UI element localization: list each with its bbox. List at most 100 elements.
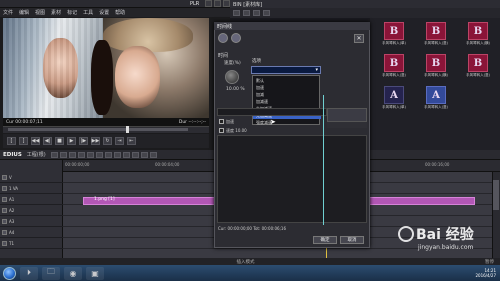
lock-icon[interactable]: [2, 240, 7, 246]
undo-icon[interactable]: [77, 151, 85, 158]
speed-value: 10.00 %: [226, 87, 245, 92]
menu-item[interactable]: 编辑: [19, 9, 29, 16]
lock-icon[interactable]: [2, 196, 7, 202]
transition-thumb: B: [426, 54, 446, 72]
start-button[interactable]: [3, 266, 16, 280]
menu-item[interactable]: 视图: [35, 9, 45, 16]
browser-icon[interactable]: ◉: [64, 266, 82, 280]
play-icon[interactable]: ▶: [67, 137, 76, 145]
transition-thumb: B: [426, 22, 446, 40]
dialog-track-bar[interactable]: [217, 108, 327, 116]
track-header[interactable]: A2: [0, 205, 63, 216]
paste-icon[interactable]: [113, 151, 121, 158]
media-icon[interactable]: ⏵: [20, 266, 38, 280]
ruler-tick: 00:00:16;00: [425, 162, 450, 167]
dropdown-option[interactable]: 默认: [253, 78, 321, 84]
thumb-view-icon[interactable]: [263, 10, 270, 16]
step-back-icon[interactable]: ◀|: [43, 137, 52, 145]
menu-item[interactable]: 设置: [99, 9, 109, 16]
dropdown-option[interactable]: 加减: [253, 92, 321, 98]
dropdown-option[interactable]: 加减速: [253, 99, 321, 105]
speed-knob[interactable]: [225, 70, 239, 84]
lock-icon[interactable]: [2, 207, 7, 213]
scrub-handle[interactable]: [126, 126, 129, 133]
insert-icon[interactable]: ⇥: [115, 137, 124, 145]
player-mode-label: PLR: [190, 1, 200, 7]
copy-icon[interactable]: [104, 151, 112, 158]
cancel-button[interactable]: 取消: [340, 236, 364, 244]
lock-icon[interactable]: [2, 218, 7, 224]
maximize-button[interactable]: [214, 0, 221, 7]
delete-icon[interactable]: [122, 151, 130, 158]
rewind-icon[interactable]: ◀◀: [31, 137, 40, 145]
mode-icon-a[interactable]: [218, 33, 228, 43]
bin-item[interactable]: A 手风琴转入(竖): [416, 86, 456, 116]
dialog-mode-icons: [218, 33, 241, 43]
checkbox[interactable]: [219, 119, 224, 124]
bin-item[interactable]: B 手风琴转入(竖): [374, 54, 414, 84]
list-view-icon[interactable]: [253, 10, 260, 16]
bin-item[interactable]: B 手风琴转入(横): [458, 22, 498, 52]
loop-icon[interactable]: ↻: [103, 137, 112, 145]
mouse-pointer-icon: ➤: [270, 118, 276, 126]
snap-icon[interactable]: [131, 151, 139, 158]
ok-button[interactable]: 确定: [313, 236, 337, 244]
scrollbar-thumb[interactable]: [493, 180, 499, 210]
search-icon[interactable]: [243, 10, 250, 16]
set-out-icon[interactable]: ]: [19, 137, 28, 145]
lock-icon[interactable]: [2, 174, 7, 180]
mode-icon-b[interactable]: [231, 33, 241, 43]
bin-item[interactable]: B 手风琴转入(单): [374, 22, 414, 52]
lock-icon[interactable]: [2, 229, 7, 235]
folder-icon[interactable]: [233, 10, 240, 16]
option-label: 选项: [252, 59, 261, 64]
keyframe-graph[interactable]: [217, 135, 367, 223]
cut-icon[interactable]: [95, 151, 103, 158]
transition-thumb: B: [384, 22, 404, 40]
checkbox[interactable]: [219, 128, 224, 133]
new-sequence-icon[interactable]: [50, 151, 58, 158]
fast-forward-icon[interactable]: ▶▶: [91, 137, 100, 145]
preview-player[interactable]: [3, 18, 209, 118]
open-icon[interactable]: [59, 151, 67, 158]
bin-item[interactable]: B 手风琴转入(竖): [416, 22, 456, 52]
taskbar: ⏵ 🗀 ◉ ▣: [0, 265, 500, 281]
settings-icon[interactable]: [149, 151, 157, 158]
menu-item[interactable]: 工具: [83, 9, 93, 16]
bin-item[interactable]: B 手风琴转入(竖): [458, 54, 498, 84]
edius-icon[interactable]: ▣: [86, 266, 104, 280]
tray-date: 2016/4/27: [475, 273, 496, 278]
track-header[interactable]: A3: [0, 216, 63, 227]
dropdown-option[interactable]: 加速: [253, 85, 321, 91]
menu-item[interactable]: 文件: [3, 9, 13, 16]
system-tray[interactable]: 14:21 2016/4/27: [436, 266, 496, 280]
dialog-timecode: Cur: 00:00:00;00 Tot: 00:00:06;16: [218, 226, 286, 231]
watermark: Bai 经验 jingyan.baidu.com: [398, 222, 498, 262]
bin-title: BIN [素材库]: [233, 1, 263, 8]
track-header[interactable]: A4: [0, 227, 63, 238]
overwrite-icon[interactable]: ⇤: [127, 137, 136, 145]
menu-item[interactable]: 标记: [67, 9, 77, 16]
bin-item[interactable]: B 手风琴转入(横): [416, 54, 456, 84]
dialog-close-icon[interactable]: ✕: [354, 34, 364, 43]
track-header[interactable]: V: [0, 172, 63, 183]
track-header[interactable]: A1: [0, 194, 63, 205]
ruler-tick: 00:00:04;00: [155, 162, 180, 167]
stop-icon[interactable]: ■: [55, 137, 64, 145]
menu-item[interactable]: 帮助: [115, 9, 125, 16]
close-button[interactable]: [223, 0, 230, 7]
lock-icon[interactable]: [2, 185, 7, 191]
track-header[interactable]: 1 VA: [0, 183, 63, 194]
track-header[interactable]: T1: [0, 238, 63, 249]
redo-icon[interactable]: [86, 151, 94, 158]
folder-icon[interactable]: 🗀: [42, 266, 60, 280]
option-select[interactable]: ▾: [251, 66, 321, 74]
bin-item[interactable]: A 手风琴转入(单): [374, 86, 414, 116]
paw-logo-icon: [398, 226, 414, 242]
set-in-icon[interactable]: [: [7, 137, 16, 145]
step-forward-icon[interactable]: |▶: [79, 137, 88, 145]
minimize-button[interactable]: [205, 0, 212, 7]
menu-item[interactable]: 素材: [51, 9, 61, 16]
save-icon[interactable]: [68, 151, 76, 158]
ripple-icon[interactable]: [140, 151, 148, 158]
